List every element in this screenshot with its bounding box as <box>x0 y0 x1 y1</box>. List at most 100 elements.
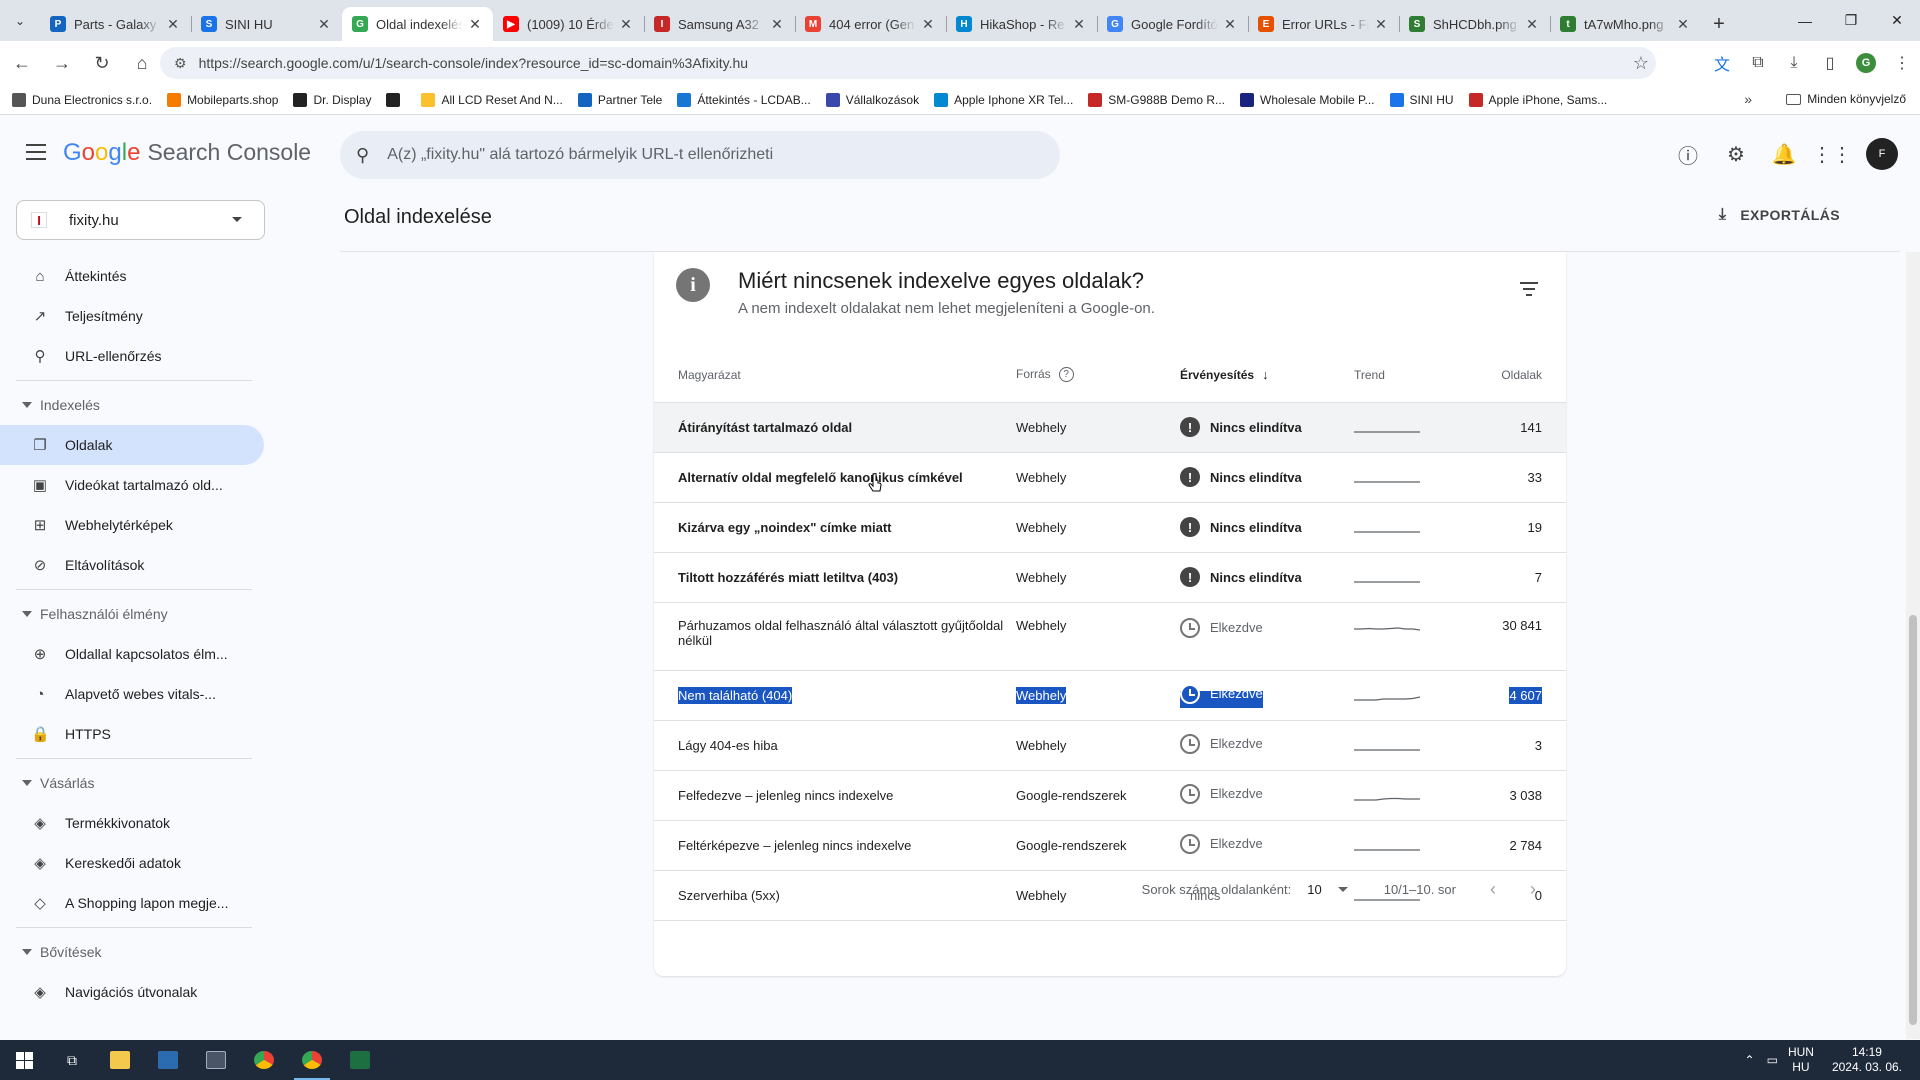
table-row[interactable]: Tiltott hozzáférés miatt letiltva (403) W… <box>654 552 1566 603</box>
bookmark-item[interactable]: SM-G988B Demo R... <box>1088 92 1225 107</box>
side-panel-icon[interactable]: ▯ <box>1812 45 1848 81</box>
sidebar-item[interactable]: ⚲ URL-ellenőrzés <box>0 336 264 376</box>
sidebar-item[interactable]: ⊘ Eltávolítások <box>0 545 264 585</box>
col-validation[interactable]: Érvényesítés ↓ <box>1180 348 1354 403</box>
bookmark-star-icon[interactable]: ☆ <box>1626 53 1656 74</box>
home-icon[interactable]: ⌂ <box>124 45 160 81</box>
table-row[interactable]: Felfedezve – jelenleg nincs indexelve Goo… <box>654 770 1566 821</box>
col-trend[interactable]: Trend <box>1354 348 1464 403</box>
bookmark-item[interactable]: Vállalkozások <box>825 92 919 107</box>
property-selector[interactable]: I fixity.hu <box>16 200 265 240</box>
input-language[interactable]: HUN HU <box>1788 1045 1814 1075</box>
sidebar-item[interactable]: ◈ Termékkivonatok <box>0 803 264 843</box>
new-tab-button[interactable]: + <box>1701 7 1737 41</box>
translate-icon[interactable]: 文 <box>1704 45 1740 81</box>
chrome-icon[interactable] <box>240 1040 288 1080</box>
bookmark-item[interactable]: Apple iPhone, Sams... <box>1468 92 1607 107</box>
col-source[interactable]: Forrás? <box>1016 348 1180 403</box>
bookmark-item[interactable] <box>386 92 406 107</box>
back-icon[interactable]: ← <box>4 45 40 81</box>
apps-grid-icon[interactable]: ⋮⋮ <box>1808 134 1856 174</box>
browser-menu-icon[interactable]: ⋮ <box>1884 45 1920 81</box>
extensions-icon[interactable]: ⧉ <box>1740 45 1776 81</box>
site-info-icon[interactable]: ⚙ <box>174 55 187 72</box>
browser-tab[interactable]: M 404 error (Gen ✕ <box>795 7 946 41</box>
bookmark-item[interactable]: Mobileparts.shop <box>167 92 278 107</box>
help-icon[interactable]: ? <box>1058 367 1074 383</box>
bookmark-item[interactable]: Partner Tele <box>577 92 662 107</box>
more-bookmarks-icon[interactable]: » <box>1744 91 1752 107</box>
next-page-icon[interactable]: › <box>1530 879 1536 900</box>
tab-close-icon[interactable]: ✕ <box>1675 16 1691 33</box>
browser-tab[interactable]: ▶ (1009) 10 Érde ✕ <box>493 7 644 41</box>
tray-chevron-up-icon[interactable]: ⌃ <box>1745 1053 1755 1067</box>
browser-tab[interactable]: t tA7wMho.png ✕ <box>1550 7 1701 41</box>
bookmark-item[interactable]: Áttekintés - LCDAB... <box>677 92 811 107</box>
browser-tab[interactable]: I Samsung A32 ✕ <box>644 7 795 41</box>
nav-section-header[interactable]: Felhasználói élmény <box>0 594 272 634</box>
browser-tab[interactable]: E Error URLs - Fi ✕ <box>1248 7 1399 41</box>
help-icon[interactable]: ⓘ <box>1664 134 1712 174</box>
browser-tab[interactable]: G Google Fordító ✕ <box>1097 7 1248 41</box>
filter-icon[interactable] <box>1520 282 1538 300</box>
bookmark-item[interactable]: Duna Electronics s.r.o. <box>12 92 152 107</box>
tab-close-icon[interactable]: ✕ <box>467 16 483 33</box>
bookmark-item[interactable]: Dr. Display <box>293 92 371 107</box>
url-inspect-search[interactable]: ⚲ <box>340 131 1060 179</box>
sidebar-item[interactable]: ❐ Oldalak <box>0 425 264 465</box>
chrome-active-icon[interactable] <box>288 1040 336 1080</box>
tab-close-icon[interactable]: ✕ <box>165 16 181 33</box>
nav-section-header[interactable]: Vásárlás <box>0 763 272 803</box>
sidebar-item[interactable]: ◇ A Shopping lapon megje... <box>0 883 264 923</box>
col-pages[interactable]: Oldalak <box>1464 348 1566 403</box>
bookmark-item[interactable]: Apple Iphone XR Tel... <box>934 92 1073 107</box>
table-row[interactable]: Feltérképezve – jelenleg nincs indexelve… <box>654 820 1566 871</box>
tab-search-button[interactable]: ⌄ <box>0 0 40 41</box>
export-button[interactable]: ⤓ EXPORTÁLÁS <box>1719 206 1840 224</box>
nav-section-header[interactable]: Bővítések <box>0 932 272 972</box>
browser-tab[interactable]: G Oldal indexelés ✕ <box>342 7 493 41</box>
col-reason[interactable]: Magyarázat <box>654 348 1016 403</box>
browser-tab[interactable]: H HikaShop - Re ✕ <box>946 7 1097 41</box>
restore-icon[interactable]: ❐ <box>1828 0 1874 41</box>
sidebar-item[interactable]: 🔒 HTTPS <box>0 714 264 754</box>
table-row[interactable]: Párhuzamos oldal felhasználó által válas… <box>654 602 1566 671</box>
minimize-icon[interactable]: — <box>1782 0 1828 41</box>
browser-tab[interactable]: P Parts - Galaxy A ✕ <box>40 7 191 41</box>
network-icon[interactable]: ▭ <box>1767 1053 1778 1067</box>
bookmark-item[interactable]: All LCD Reset And N... <box>421 92 563 107</box>
manage-users-icon[interactable]: ⚙ <box>1712 134 1760 174</box>
sidebar-item[interactable]: ◔ Alapvető webes vitals-... <box>0 674 264 714</box>
browser-tab[interactable]: S ShHCDbh.png ✕ <box>1399 7 1550 41</box>
calculator-icon[interactable] <box>192 1040 240 1080</box>
sidebar-item[interactable]: ↗ Teljesítmény <box>0 296 264 336</box>
all-bookmarks-folder[interactable]: Minden könyvjelző <box>1786 92 1906 106</box>
table-row[interactable]: Átirányítást tartalmazó oldal Webhely! Nin… <box>654 402 1566 453</box>
sidebar-item[interactable]: ⊕ Oldallal kapcsolatos élm... <box>0 634 264 674</box>
sidebar-item[interactable]: ◈ Navigációs útvonalak <box>0 972 264 1012</box>
sidebar-item[interactable]: ⊞ Webhelytérképek <box>0 505 264 545</box>
url-inspect-input[interactable] <box>387 146 1028 164</box>
url-text[interactable]: https://search.google.com/u/1/search-con… <box>199 55 1626 71</box>
address-bar[interactable]: ⚙ https://search.google.com/u/1/search-c… <box>160 47 1656 79</box>
forward-icon[interactable]: → <box>44 45 80 81</box>
tab-close-icon[interactable]: ✕ <box>618 16 634 33</box>
browser-tab[interactable]: S SINI HU ✕ <box>191 7 342 41</box>
task-view-icon[interactable]: ⧉ <box>48 1040 96 1080</box>
search-console-logo[interactable]: Google Search Console <box>63 139 311 167</box>
tab-close-icon[interactable]: ✕ <box>316 16 332 33</box>
excel-icon[interactable] <box>336 1040 384 1080</box>
file-explorer-icon[interactable] <box>96 1040 144 1080</box>
profile-avatar[interactable]: G <box>1856 53 1876 73</box>
table-row[interactable]: Alternatív oldal megfelelő kanonikus cím… <box>654 452 1566 503</box>
notifications-icon[interactable]: 🔔 <box>1760 134 1808 174</box>
tab-close-icon[interactable]: ✕ <box>1222 16 1238 33</box>
save-app-icon[interactable] <box>144 1040 192 1080</box>
table-row[interactable]: Kizárva egy „noindex" címke miatt Webhely… <box>654 502 1566 553</box>
nav-section-header[interactable]: Indexelés <box>0 385 272 425</box>
sidebar-item[interactable]: ⌂ Áttekintés <box>0 256 264 296</box>
download-icon[interactable]: ⤓ <box>1776 45 1812 81</box>
main-menu-icon[interactable] <box>26 144 46 165</box>
clock[interactable]: 14:19 2024. 03. 06. <box>1832 1045 1902 1075</box>
sidebar-item[interactable]: ◈ Kereskedői adatok <box>0 843 264 883</box>
